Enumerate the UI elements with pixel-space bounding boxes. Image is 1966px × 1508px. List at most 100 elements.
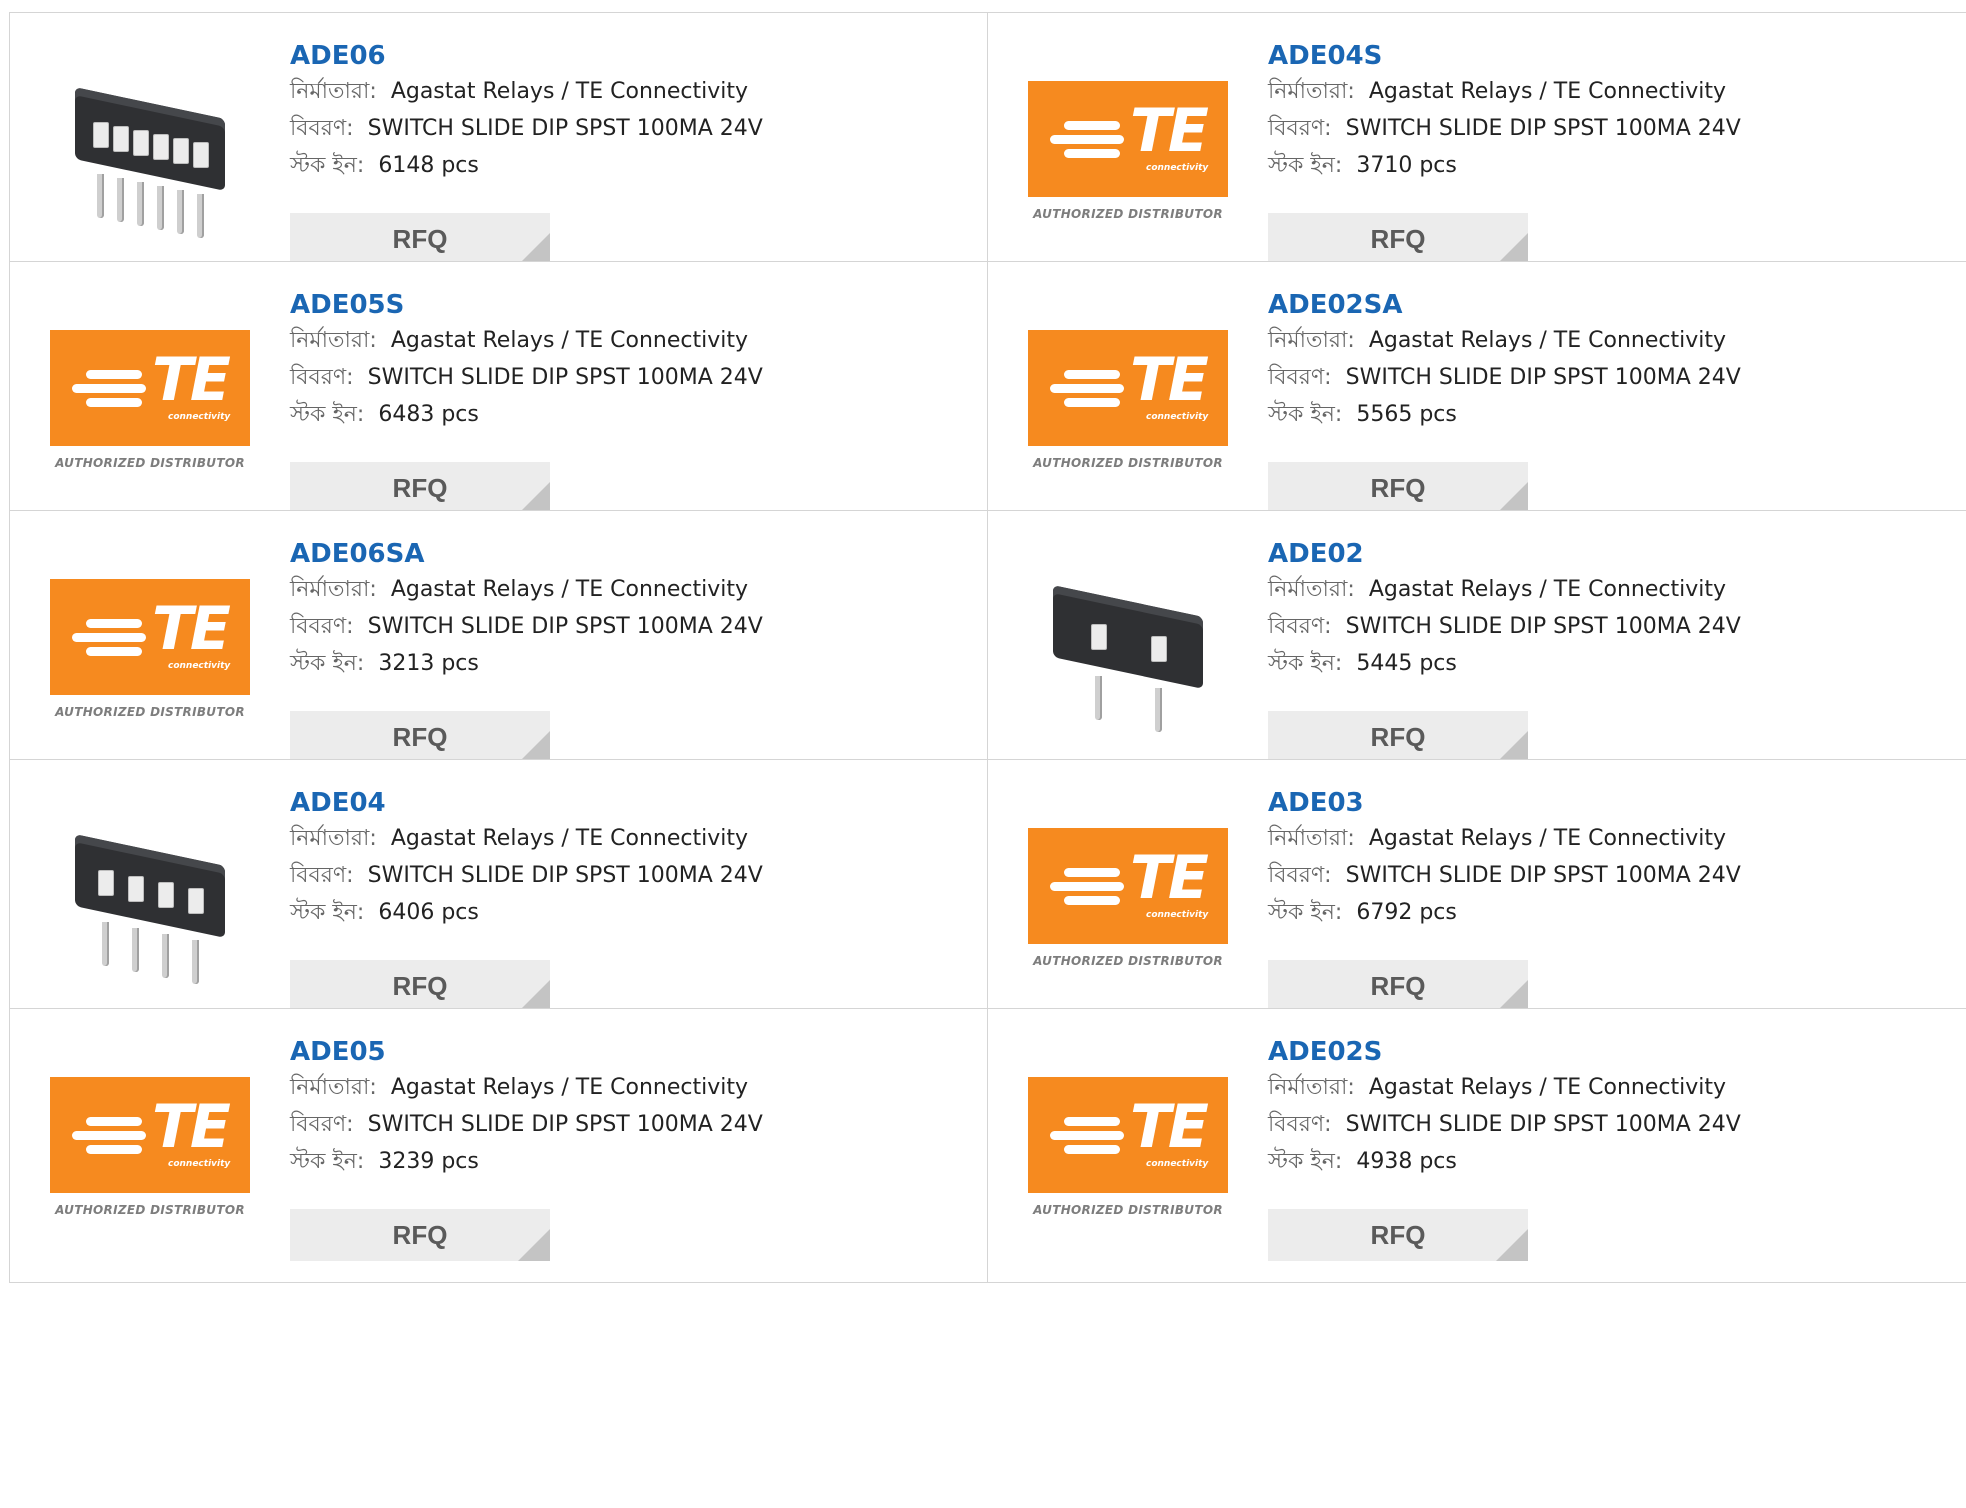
switch-pin [1095, 676, 1102, 720]
dip-switch-photo [55, 51, 245, 251]
description-label: বিবরণ: [1268, 1112, 1332, 1137]
rfq-label: RFQ [392, 1220, 448, 1250]
product-image[interactable]: TE connectivity AUTHORIZED DISTRIBUTOR [1028, 1037, 1228, 1257]
product-image[interactable]: TE connectivity AUTHORIZED DISTRIBUTOR [1028, 41, 1228, 261]
manufacturer-label: নির্মাতারা: [1268, 1075, 1355, 1100]
product-title-link[interactable]: ADE04S [1268, 39, 1741, 73]
stock-value: 6148 pcs [378, 153, 479, 178]
product-image[interactable]: TE connectivity AUTHORIZED DISTRIBUTOR [1028, 788, 1228, 1008]
rfq-button[interactable]: RFQ [290, 462, 550, 514]
rfq-button[interactable]: RFQ [290, 960, 550, 1012]
product-info: ADE06SA নির্মাতারা: Agastat Relays / TE C… [290, 537, 763, 682]
description-value: SWITCH SLIDE DIP SPST 100MA 24V [367, 614, 763, 639]
product-title-link[interactable]: ADE06 [290, 39, 763, 73]
te-sub: connectivity [1146, 163, 1209, 173]
authorized-distributor-caption: AUTHORIZED DISTRIBUTOR [1033, 954, 1223, 968]
manufacturer-value: Agastat Relays / TE Connectivity [1368, 1075, 1726, 1100]
product-card: TE connectivity AUTHORIZED DISTRIBUTOR ADE… [9, 1008, 988, 1283]
stock-row: স্টক ইন: 3710 pcs [1268, 147, 1741, 184]
description-row: বিবরণ: SWITCH SLIDE DIP SPST 100MA 24V [290, 1106, 763, 1143]
rfq-button[interactable]: RFQ [290, 711, 550, 763]
stock-label: স্টক ইন: [290, 1149, 365, 1174]
authorized-distributor-caption: AUTHORIZED DISTRIBUTOR [1033, 207, 1223, 221]
rfq-button[interactable]: RFQ [1268, 960, 1528, 1012]
rfq-button[interactable]: RFQ [290, 1209, 550, 1261]
te-connectivity-logo: TE connectivity AUTHORIZED DISTRIBUTOR [1028, 81, 1228, 221]
te-letters: TE [152, 594, 231, 664]
product-title-link[interactable]: ADE05S [290, 288, 763, 322]
manufacturer-value: Agastat Relays / TE Connectivity [1368, 577, 1726, 602]
stock-row: স্টক ইন: 5565 pcs [1268, 396, 1741, 433]
switch-key [133, 130, 149, 156]
product-image[interactable]: TE connectivity AUTHORIZED DISTRIBUTOR [1028, 290, 1228, 510]
te-logo-badge: TE connectivity [50, 1077, 250, 1193]
description-label: বিবরণ: [1268, 365, 1332, 390]
te-sub: connectivity [168, 412, 231, 422]
product-image[interactable] [50, 788, 250, 1008]
product-title-link[interactable]: ADE04 [290, 786, 763, 820]
authorized-distributor-caption: AUTHORIZED DISTRIBUTOR [55, 1203, 245, 1217]
rfq-button[interactable]: RFQ [1268, 1209, 1528, 1261]
product-title-link[interactable]: ADE05 [290, 1035, 763, 1069]
product-info: ADE02 নির্মাতারা: Agastat Relays / TE Con… [1268, 537, 1741, 682]
rfq-label: RFQ [392, 971, 448, 1001]
manufacturer-value: Agastat Relays / TE Connectivity [1368, 79, 1726, 104]
product-card: TE connectivity AUTHORIZED DISTRIBUTOR ADE… [9, 510, 988, 785]
product-title-link[interactable]: ADE06SA [290, 537, 763, 571]
switch-pin [102, 922, 109, 966]
rfq-label: RFQ [1370, 473, 1426, 503]
rfq-button[interactable]: RFQ [1268, 213, 1528, 265]
description-row: বিবরণ: SWITCH SLIDE DIP SPST 100MA 24V [1268, 857, 1741, 894]
description-label: বিবরণ: [1268, 614, 1332, 639]
stock-label: স্টক ইন: [1268, 402, 1343, 427]
product-image[interactable] [1028, 539, 1228, 759]
stock-value: 6483 pcs [378, 402, 479, 427]
authorized-distributor-caption: AUTHORIZED DISTRIBUTOR [1033, 456, 1223, 470]
product-image[interactable]: TE connectivity AUTHORIZED DISTRIBUTOR [50, 1037, 250, 1257]
switch-key [98, 870, 114, 896]
rfq-button[interactable]: RFQ [1268, 462, 1528, 514]
te-sub: connectivity [1146, 910, 1209, 920]
product-info: ADE02SA নির্মাতারা: Agastat Relays / TE C… [1268, 288, 1741, 433]
rfq-button[interactable]: RFQ [290, 213, 550, 265]
manufacturer-value: Agastat Relays / TE Connectivity [390, 1075, 748, 1100]
manufacturer-value: Agastat Relays / TE Connectivity [390, 826, 748, 851]
manufacturer-value: Agastat Relays / TE Connectivity [1368, 826, 1726, 851]
product-card: TE connectivity AUTHORIZED DISTRIBUTOR ADE… [987, 759, 1966, 1034]
authorized-distributor-caption: AUTHORIZED DISTRIBUTOR [55, 456, 245, 470]
stock-row: স্টক ইন: 6148 pcs [290, 147, 763, 184]
product-title-link[interactable]: ADE02S [1268, 1035, 1741, 1069]
switch-pin [97, 174, 104, 218]
stock-value: 6792 pcs [1356, 900, 1457, 925]
switch-pin [157, 186, 164, 230]
manufacturer-value: Agastat Relays / TE Connectivity [390, 577, 748, 602]
stock-value: 6406 pcs [378, 900, 479, 925]
product-info: ADE04S নির্মাতারা: Agastat Relays / TE Co… [1268, 39, 1741, 184]
product-title-link[interactable]: ADE02SA [1268, 288, 1741, 322]
product-image[interactable]: TE connectivity AUTHORIZED DISTRIBUTOR [50, 539, 250, 759]
product-image[interactable]: TE connectivity AUTHORIZED DISTRIBUTOR [50, 290, 250, 510]
product-image[interactable] [50, 41, 250, 261]
product-info: ADE05 নির্মাতারা: Agastat Relays / TE Con… [290, 1035, 763, 1180]
description-row: বিবরণ: SWITCH SLIDE DIP SPST 100MA 24V [290, 857, 763, 894]
te-letters: TE [152, 1092, 231, 1162]
product-title-link[interactable]: ADE02 [1268, 537, 1741, 571]
switch-pin [177, 190, 184, 234]
rfq-button[interactable]: RFQ [1268, 711, 1528, 763]
manufacturer-label: নির্মাতারা: [290, 1075, 377, 1100]
stock-label: স্টক ইন: [1268, 1149, 1343, 1174]
description-label: বিবরণ: [290, 1112, 354, 1137]
stock-value: 3213 pcs [378, 651, 479, 676]
product-title-link[interactable]: ADE03 [1268, 786, 1741, 820]
description-row: বিবরণ: SWITCH SLIDE DIP SPST 100MA 24V [1268, 1106, 1741, 1143]
product-card: TE connectivity AUTHORIZED DISTRIBUTOR ADE… [987, 12, 1966, 287]
stock-row: স্টক ইন: 3239 pcs [290, 1143, 763, 1180]
manufacturer-row: নির্মাতারা: Agastat Relays / TE Connectiv… [290, 1069, 763, 1106]
product-card: ADE06 নির্মাতারা: Agastat Relays / TE Con… [9, 12, 988, 287]
dip-switch-photo [1033, 549, 1223, 749]
description-value: SWITCH SLIDE DIP SPST 100MA 24V [1345, 863, 1741, 888]
stock-row: স্টক ইন: 6406 pcs [290, 894, 763, 931]
switch-key [188, 888, 204, 914]
product-grid: ADE06 নির্মাতারা: Agastat Relays / TE Con… [0, 0, 1966, 1508]
te-letters: TE [1130, 843, 1209, 913]
